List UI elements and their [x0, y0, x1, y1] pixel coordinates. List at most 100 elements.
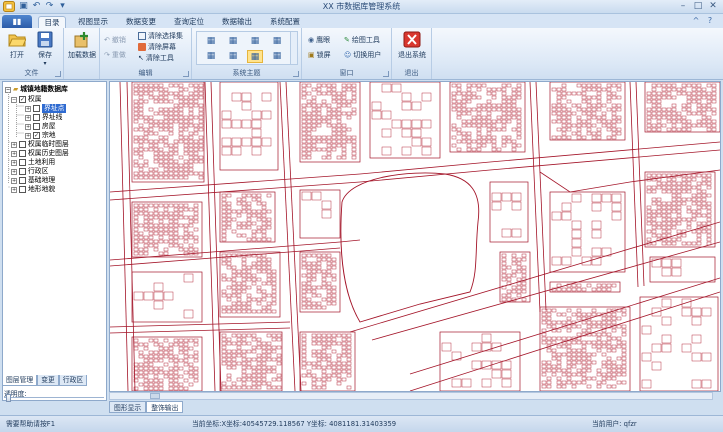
gallery-scrollbar[interactable]: [290, 32, 297, 64]
undo-icon[interactable]: ↶: [31, 1, 42, 12]
collapse-icon[interactable]: −: [5, 86, 11, 93]
theme-teal-icon[interactable]: ▦: [269, 35, 285, 48]
app-logo-icon[interactable]: [3, 1, 15, 12]
database-icon: ▰: [13, 85, 19, 93]
tab-data-change[interactable]: 数据变更: [124, 16, 158, 28]
expand-toggle-icon[interactable]: +: [25, 132, 31, 139]
undo-button[interactable]: ↶ 撤销: [104, 35, 126, 45]
transparency-slider[interactable]: [4, 394, 104, 405]
tab-change[interactable]: 变更: [37, 375, 59, 386]
map-horizontal-scrollbar[interactable]: [109, 392, 713, 400]
dialog-launcher-icon[interactable]: [293, 71, 299, 77]
exit-system-button[interactable]: 退出系统: [394, 31, 430, 60]
theme-selected-icon[interactable]: ▦: [247, 50, 263, 63]
layer-checkbox[interactable]: [33, 105, 40, 112]
dialog-launcher-icon[interactable]: [383, 71, 389, 77]
layer-checkbox[interactable]: [19, 141, 26, 148]
status-user: 当前用户: qfzr: [592, 420, 637, 428]
file-menu-button[interactable]: ▮▮: [2, 15, 32, 28]
minimize-icon[interactable]: –: [676, 0, 690, 12]
theme-black-icon[interactable]: ▦: [225, 35, 241, 48]
status-coordinates: 当前坐标:X坐标:40545729.118567 Y坐标: 4081181.31…: [192, 420, 397, 428]
layer-checkbox[interactable]: [19, 159, 26, 166]
window-title: XX 市数据库管理系统: [322, 2, 401, 11]
tab-data-output[interactable]: 数据输出: [220, 16, 254, 28]
open-button[interactable]: 打开: [4, 31, 30, 60]
ribbon: 打开 保存 ▾ 文件 加载数据 ↶ 撤销 ↷ 重做 清除选择集 清除屏幕 ↖ 清…: [0, 28, 723, 80]
expand-toggle-icon[interactable]: −: [11, 96, 17, 103]
dialog-launcher-icon[interactable]: [183, 71, 189, 77]
dropdown-icon[interactable]: ▾: [57, 1, 68, 12]
expand-toggle-icon[interactable]: +: [11, 141, 17, 148]
tree-item[interactable]: + 界址点: [25, 104, 67, 113]
dialog-launcher-icon[interactable]: [55, 71, 61, 77]
tab-query-locate[interactable]: 查询定位: [172, 16, 206, 28]
help-icon[interactable]: ?: [705, 16, 715, 26]
tree-item[interactable]: + 基础地理: [11, 176, 55, 185]
theme-blue-icon[interactable]: ▦: [203, 35, 219, 48]
tree-item[interactable]: + 权属临时图层: [11, 140, 69, 149]
tree-item[interactable]: + 房屋: [25, 122, 56, 131]
tab-system-config[interactable]: 系统配置: [268, 16, 302, 28]
tab-admin-region[interactable]: 行政区: [58, 375, 88, 386]
clear-screen-button[interactable]: 清除屏幕: [138, 42, 176, 52]
group-exit: 退出系统 退出: [392, 28, 432, 79]
clear-selection-button[interactable]: 清除选择集: [138, 31, 183, 41]
lock-screen-button[interactable]: ▣ 锁屏: [308, 50, 331, 60]
tree-item[interactable]: + 地形地貌: [11, 185, 55, 194]
redo-icon[interactable]: ↷: [44, 1, 55, 12]
maximize-icon[interactable]: □: [691, 0, 705, 12]
status-bar: 需要帮助请按F1 当前坐标:X坐标:40545729.118567 Y坐标: 4…: [0, 415, 723, 432]
tree-item[interactable]: + 权属历史图层: [11, 149, 69, 158]
switch-user-button[interactable]: ☺ 切换用户: [344, 50, 381, 60]
close-icon[interactable]: ✕: [706, 0, 720, 12]
save-disk-icon: [37, 31, 53, 48]
layer-checkbox[interactable]: ✓: [19, 96, 26, 103]
status-help: 需要帮助请按F1: [6, 420, 56, 428]
layer-checkbox[interactable]: [33, 114, 40, 121]
expand-toggle-icon[interactable]: +: [11, 150, 17, 157]
expand-toggle-icon[interactable]: +: [25, 123, 31, 130]
theme-vista-icon[interactable]: ▦: [225, 50, 241, 63]
tab-graphic-display[interactable]: 图形显示: [109, 401, 147, 413]
draw-tools-button[interactable]: ✎ 绘图工具: [344, 35, 380, 45]
theme-office-icon[interactable]: ▦: [203, 50, 219, 63]
eagle-eye-button[interactable]: ◉ 鹰眼: [308, 35, 330, 45]
theme-silver-icon[interactable]: ▦: [247, 35, 263, 48]
tab-layer-management[interactable]: 图层管理: [2, 375, 38, 386]
layer-checkbox[interactable]: [19, 168, 26, 175]
layer-checkbox[interactable]: [19, 150, 26, 157]
tree-item[interactable]: + 土地利用: [11, 158, 55, 167]
tree-item[interactable]: + ✓ 宗地: [25, 131, 56, 140]
expand-toggle-icon[interactable]: +: [25, 105, 31, 112]
cadastral-map[interactable]: [110, 82, 720, 391]
expand-toggle-icon[interactable]: +: [11, 177, 17, 184]
expand-toggle-icon[interactable]: +: [25, 114, 31, 121]
redo-button[interactable]: ↷ 重做: [104, 50, 126, 60]
tree-item[interactable]: − ✓ 权属: [11, 95, 42, 104]
clear-tool-button[interactable]: ↖ 清除工具: [138, 53, 174, 63]
scrollbar-thumb[interactable]: [150, 393, 160, 399]
save-icon[interactable]: ▣: [18, 1, 29, 12]
tree-item[interactable]: + 界址线: [25, 113, 62, 122]
ribbon-collapse-icon[interactable]: ^: [691, 16, 701, 26]
layer-checkbox[interactable]: [33, 123, 40, 130]
slider-thumb[interactable]: [6, 394, 11, 402]
add-data-button[interactable]: 加载数据: [66, 31, 98, 60]
tree-root[interactable]: − ▰ 城镇地籍数据库: [5, 85, 68, 94]
expand-toggle-icon[interactable]: +: [11, 186, 17, 193]
theme-classic-icon[interactable]: ▦: [269, 50, 285, 63]
save-button[interactable]: 保存 ▾: [32, 31, 58, 67]
tab-catalog[interactable]: 目录: [38, 16, 66, 28]
group-add-data: 加载数据: [64, 28, 100, 79]
exit-icon: [403, 31, 421, 48]
expand-toggle-icon[interactable]: +: [11, 159, 17, 166]
layer-checkbox[interactable]: [19, 186, 26, 193]
tab-view-display[interactable]: 视图显示: [76, 16, 110, 28]
map-view[interactable]: [109, 81, 721, 392]
expand-toggle-icon[interactable]: +: [11, 168, 17, 175]
layer-checkbox[interactable]: ✓: [33, 132, 40, 139]
tree-item[interactable]: + 行政区: [11, 167, 48, 176]
layer-checkbox[interactable]: [19, 177, 26, 184]
tab-layout-output[interactable]: 整饰输出: [146, 401, 184, 413]
